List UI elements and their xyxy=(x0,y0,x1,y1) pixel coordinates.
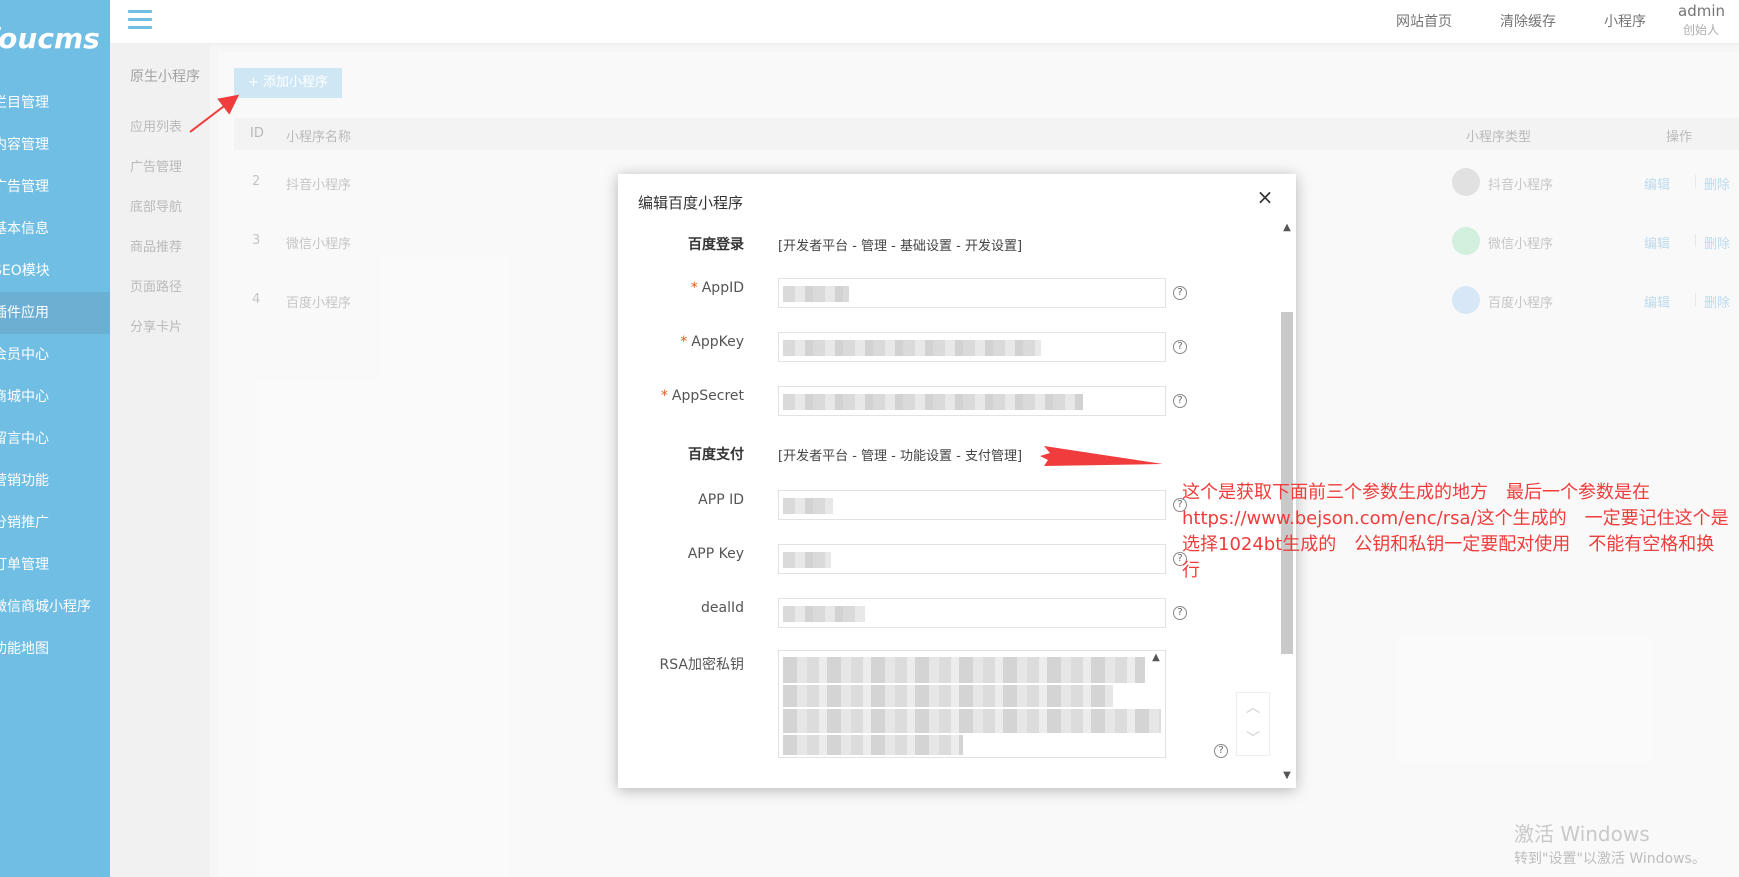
windows-activation-hint: 转到"设置"以激活 Windows。 xyxy=(1514,851,1706,867)
annotation-arrows xyxy=(189,94,1163,466)
annotation-text: 这个是获取下面前三个参数生成的地方 最后一个参数是在https://www.be… xyxy=(1182,482,1729,581)
windows-activation-title: 激活 Windows xyxy=(1514,822,1650,846)
arrow-to-pay-note xyxy=(1040,446,1163,466)
arrow-to-add-button xyxy=(189,94,240,133)
